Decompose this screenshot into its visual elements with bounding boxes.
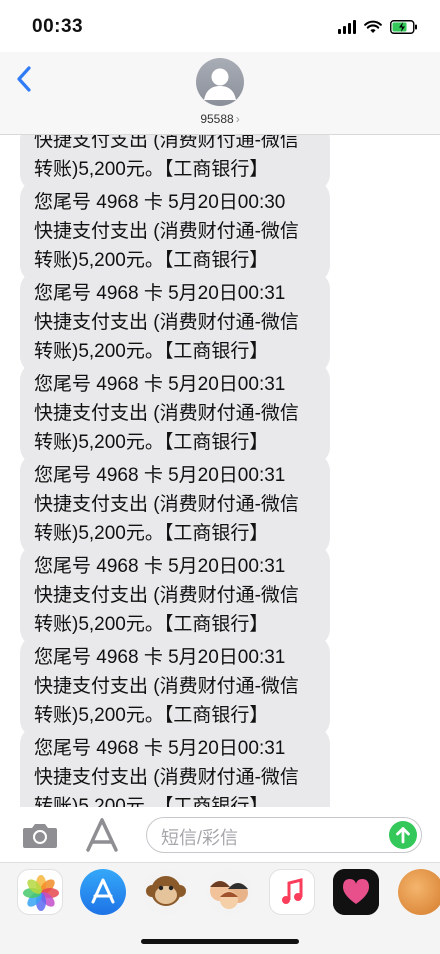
status-time: 00:33 (32, 16, 84, 37)
back-button[interactable] (12, 62, 38, 96)
more-app-icon[interactable] (398, 869, 440, 915)
message-bubble[interactable]: 您尾号 4968 卡 5月20日00:30 快捷支付支出 (消费财付通-微信 转… (20, 180, 330, 283)
contact-name-row[interactable]: 95588 › (0, 112, 440, 126)
status-bar: 00:33 (0, 0, 440, 52)
memoji-monkey-icon[interactable] (143, 869, 189, 915)
contact-name: 95588 (200, 112, 234, 126)
chevron-left-icon (17, 66, 31, 92)
person-icon (204, 68, 236, 100)
conversation-header: 95588 › (0, 52, 440, 135)
message-bubble[interactable]: 您尾号 4968 卡 5月20日00:31 快捷支付支出 (消费财付通-微信 转… (20, 544, 330, 647)
sticker-icon[interactable] (333, 869, 379, 915)
message-bubble[interactable]: 您尾号 4968 卡 5月20日00:31 快捷支付支出 (消费财付通-微信 转… (20, 453, 330, 556)
app-store-icon (86, 818, 118, 852)
battery-charging-icon (390, 20, 418, 34)
wifi-icon (364, 20, 382, 34)
message-bubble[interactable]: 您尾号 4968 卡 5月20日00:31 快捷支付支出 (消费财付通-微信 转… (20, 635, 330, 738)
chevron-right-icon: › (235, 112, 240, 126)
home-indicator[interactable] (141, 939, 299, 944)
camera-icon (23, 824, 57, 848)
message-bubble[interactable]: 您尾号 4968 卡 5月20日00:31 快捷支付支出 (消费财付通-微信 转… (20, 726, 330, 807)
compose-bar: 短信/彩信 (0, 808, 440, 862)
message-bubble[interactable]: 您尾号 4968 卡 5月20日00:31 快捷支付支出 (消费财付通-微信 转… (20, 271, 330, 374)
message-input[interactable]: 短信/彩信 (146, 817, 422, 853)
arrow-up-icon (396, 827, 410, 844)
message-list[interactable]: 快捷支付支出 (消费财付通-微信 转账)5,200元。【工商银行】 您尾号 49… (0, 135, 440, 807)
app-store-icon[interactable] (80, 869, 126, 915)
contact-avatar[interactable] (196, 58, 244, 106)
status-icons (338, 18, 418, 36)
cellular-signal-icon (338, 20, 356, 34)
send-button[interactable] (389, 821, 417, 849)
apps-button[interactable] (82, 818, 122, 852)
camera-button[interactable] (22, 821, 58, 849)
music-icon[interactable] (269, 869, 315, 915)
memoji-group-icon[interactable] (206, 869, 252, 915)
photos-icon[interactable] (17, 869, 63, 915)
message-bubble[interactable]: 您尾号 4968 卡 5月20日00:31 快捷支付支出 (消费财付通-微信 转… (20, 362, 330, 465)
